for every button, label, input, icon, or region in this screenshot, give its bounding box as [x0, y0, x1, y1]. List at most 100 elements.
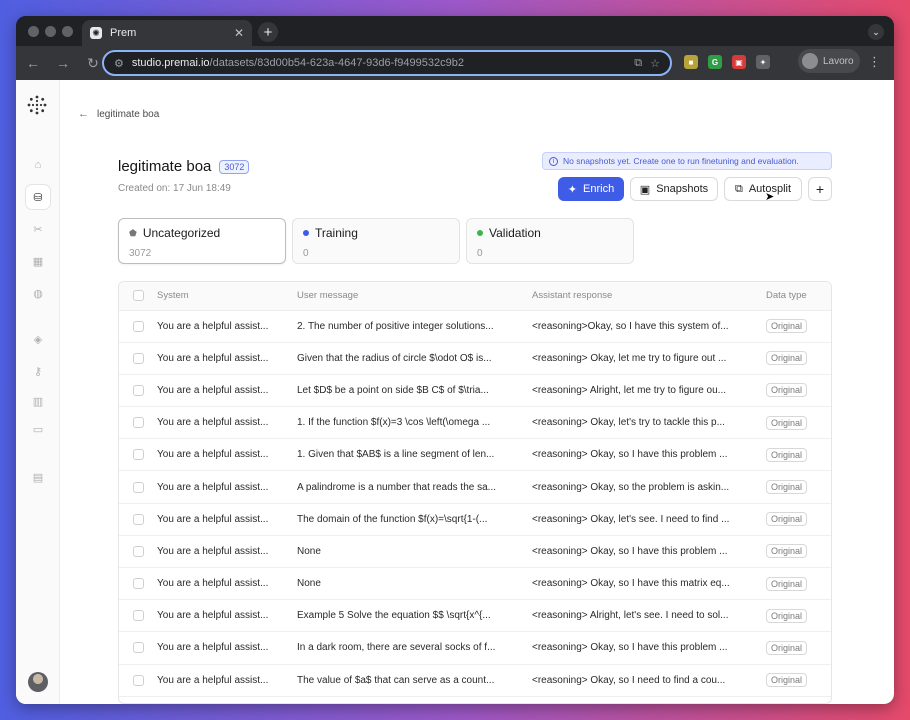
- table-row[interactable]: You are a helpful assist... Let $D$ be a …: [119, 374, 831, 408]
- browser-tab[interactable]: ✺ Prem ✕: [82, 20, 252, 46]
- browser-menu-icon[interactable]: ⋮: [868, 54, 881, 70]
- billing-icon[interactable]: ▭: [29, 420, 47, 438]
- profile-name: Lavoro: [823, 55, 854, 67]
- data-type-badge: Original: [766, 447, 808, 462]
- extension-icon[interactable]: ■: [684, 55, 698, 69]
- back-arrow-icon[interactable]: ←: [78, 108, 89, 120]
- data-type-badge: Original: [766, 576, 808, 591]
- split-card-uncategorized[interactable]: ⬟ Uncategorized 3072: [118, 218, 286, 264]
- table-row[interactable]: You are a helpful assist... None <reasonin…: [119, 567, 831, 601]
- row-checkbox[interactable]: [133, 352, 144, 364]
- column-header-assistant-response[interactable]: Assistant response: [532, 282, 766, 311]
- grammarly-icon[interactable]: G: [708, 55, 722, 69]
- row-checkbox[interactable]: [133, 642, 144, 654]
- extension-red-icon[interactable]: ▣: [732, 55, 746, 69]
- table-row[interactable]: You are a helpful assist... 1. If the fun…: [119, 406, 831, 440]
- table-row[interactable]: You are a helpful assist...4. Solve the …: [119, 696, 831, 703]
- datasets-icon[interactable]: ⛁: [25, 184, 51, 210]
- table-row[interactable]: You are a helpful assist... A palindrome …: [119, 470, 831, 504]
- tools-icon[interactable]: ✂: [29, 220, 47, 238]
- split-label: Validation: [489, 226, 541, 240]
- breadcrumb-label[interactable]: legitimate boa: [97, 109, 159, 120]
- split-label: Training: [315, 226, 358, 240]
- cell-user-message: The domain of the function $f(x)=\sqrt{1…: [297, 503, 532, 536]
- close-tab-icon[interactable]: ✕: [234, 26, 244, 40]
- forward-icon[interactable]: →: [50, 50, 76, 76]
- validation-dot-icon: [477, 230, 483, 236]
- column-header-system[interactable]: System: [157, 282, 297, 311]
- browser-toolbar: ← → ↻ ⚙ studio.premai.io/datasets/83d00b…: [16, 46, 894, 80]
- models-icon[interactable]: ◈: [29, 330, 47, 348]
- row-checkbox[interactable]: [133, 513, 144, 525]
- window-controls: [28, 26, 73, 37]
- row-checkbox[interactable]: [133, 417, 144, 429]
- data-type-badge: Original: [766, 383, 808, 398]
- minimize-window-icon[interactable]: [45, 26, 56, 37]
- cell-system: You are a helpful assist...: [157, 374, 297, 408]
- snapshots-label: Snapshots: [656, 183, 709, 195]
- back-icon[interactable]: ←: [20, 50, 46, 76]
- chat-icon[interactable]: ◍: [29, 284, 47, 302]
- row-checkbox[interactable]: [133, 610, 144, 622]
- enrich-button[interactable]: ✦ Enrich: [558, 177, 624, 201]
- calendar-icon[interactable]: ▦: [29, 252, 47, 270]
- url-host: studio.premai.io: [131, 57, 210, 69]
- data-type-badge: Original: [766, 480, 808, 495]
- row-checkbox[interactable]: [133, 578, 144, 590]
- maximize-window-icon[interactable]: [62, 26, 73, 37]
- cell-user-message: Let $D$ be a point on side $B C$ of $\tr…: [297, 374, 532, 408]
- cell-assistant-response: <reasoning> Okay, so I have this problem…: [532, 438, 766, 472]
- table-row[interactable]: You are a helpful assist... None <reasonin…: [119, 535, 831, 569]
- cell-assistant-response: <reasoning>Okay, so I have this system o…: [532, 310, 766, 343]
- browser-window: ✺ Prem ✕ + ⌄ ← → ↻ ⚙ studio.premai.io/da…: [16, 16, 894, 704]
- row-checkbox[interactable]: [133, 449, 144, 461]
- row-checkbox[interactable]: [133, 674, 144, 686]
- page-title: legitimate boa: [118, 158, 212, 175]
- profile-chip[interactable]: Lavoro: [798, 49, 860, 73]
- autosplit-button[interactable]: ⧉ Autosplit: [724, 177, 802, 201]
- column-header-data-type[interactable]: Data type: [766, 282, 831, 311]
- cell-system: You are a helpful assist...: [157, 664, 297, 697]
- docs-icon[interactable]: ▤: [29, 468, 47, 486]
- new-tab-button[interactable]: +: [258, 22, 278, 42]
- home-icon[interactable]: ⌂: [29, 156, 47, 174]
- address-bar[interactable]: ⚙ studio.premai.io/datasets/83d00b54-623…: [102, 50, 672, 76]
- snapshots-button[interactable]: ▣ Snapshots: [630, 177, 718, 201]
- cell-system: You are a helpful assist...: [157, 631, 297, 665]
- extensions-puzzle-icon[interactable]: ✦: [756, 55, 770, 69]
- row-checkbox[interactable]: [133, 384, 144, 396]
- row-checkbox[interactable]: [133, 320, 144, 332]
- data-type-badge: Original: [766, 608, 808, 623]
- column-header-user-message[interactable]: User message: [297, 282, 532, 311]
- cell-system: You are a helpful assist...: [157, 567, 297, 601]
- table-row[interactable]: You are a helpful assist... In a dark roo…: [119, 631, 831, 665]
- site-info-icon[interactable]: ⚙: [114, 57, 124, 70]
- analytics-icon[interactable]: ▥: [29, 392, 47, 410]
- split-count: 0: [303, 248, 309, 259]
- table-row[interactable]: You are a helpful assist... The domain of…: [119, 503, 831, 536]
- select-all-checkbox[interactable]: [133, 290, 144, 302]
- url-text[interactable]: studio.premai.io/datasets/83d00b54-623a-…: [132, 57, 626, 69]
- tab-search-icon[interactable]: ⌄: [868, 24, 884, 40]
- split-cards: ⬟ Uncategorized 3072 Training 0 Validatio…: [118, 218, 634, 264]
- translate-icon[interactable]: ⧉: [634, 57, 642, 70]
- bookmark-star-icon[interactable]: ☆: [650, 57, 660, 70]
- cell-user-message: None: [297, 567, 532, 601]
- table-row[interactable]: You are a helpful assist... 2. The number…: [119, 310, 831, 343]
- mouse-cursor-icon: ➤: [765, 191, 775, 203]
- row-checkbox[interactable]: [133, 481, 144, 493]
- snapshot-notice: i No snapshots yet. Create one to run fi…: [542, 152, 832, 170]
- prem-logo-icon[interactable]: [26, 94, 48, 116]
- table-row[interactable]: You are a helpful assist... 1. Given that…: [119, 438, 831, 472]
- split-card-training[interactable]: Training 0: [292, 218, 460, 264]
- table-row[interactable]: You are a helpful assist... The value of …: [119, 664, 831, 697]
- close-window-icon[interactable]: [28, 26, 39, 37]
- user-avatar[interactable]: [28, 672, 48, 692]
- split-card-validation[interactable]: Validation 0: [466, 218, 634, 264]
- table-row[interactable]: You are a helpful assist... Example 5 Sol…: [119, 599, 831, 633]
- cell-system: You are a helpful assist...: [157, 599, 297, 633]
- table-row[interactable]: You are a helpful assist... Given that th…: [119, 342, 831, 375]
- row-checkbox[interactable]: [133, 545, 144, 557]
- add-button[interactable]: +: [808, 177, 832, 201]
- key-icon[interactable]: ⚷: [29, 362, 47, 380]
